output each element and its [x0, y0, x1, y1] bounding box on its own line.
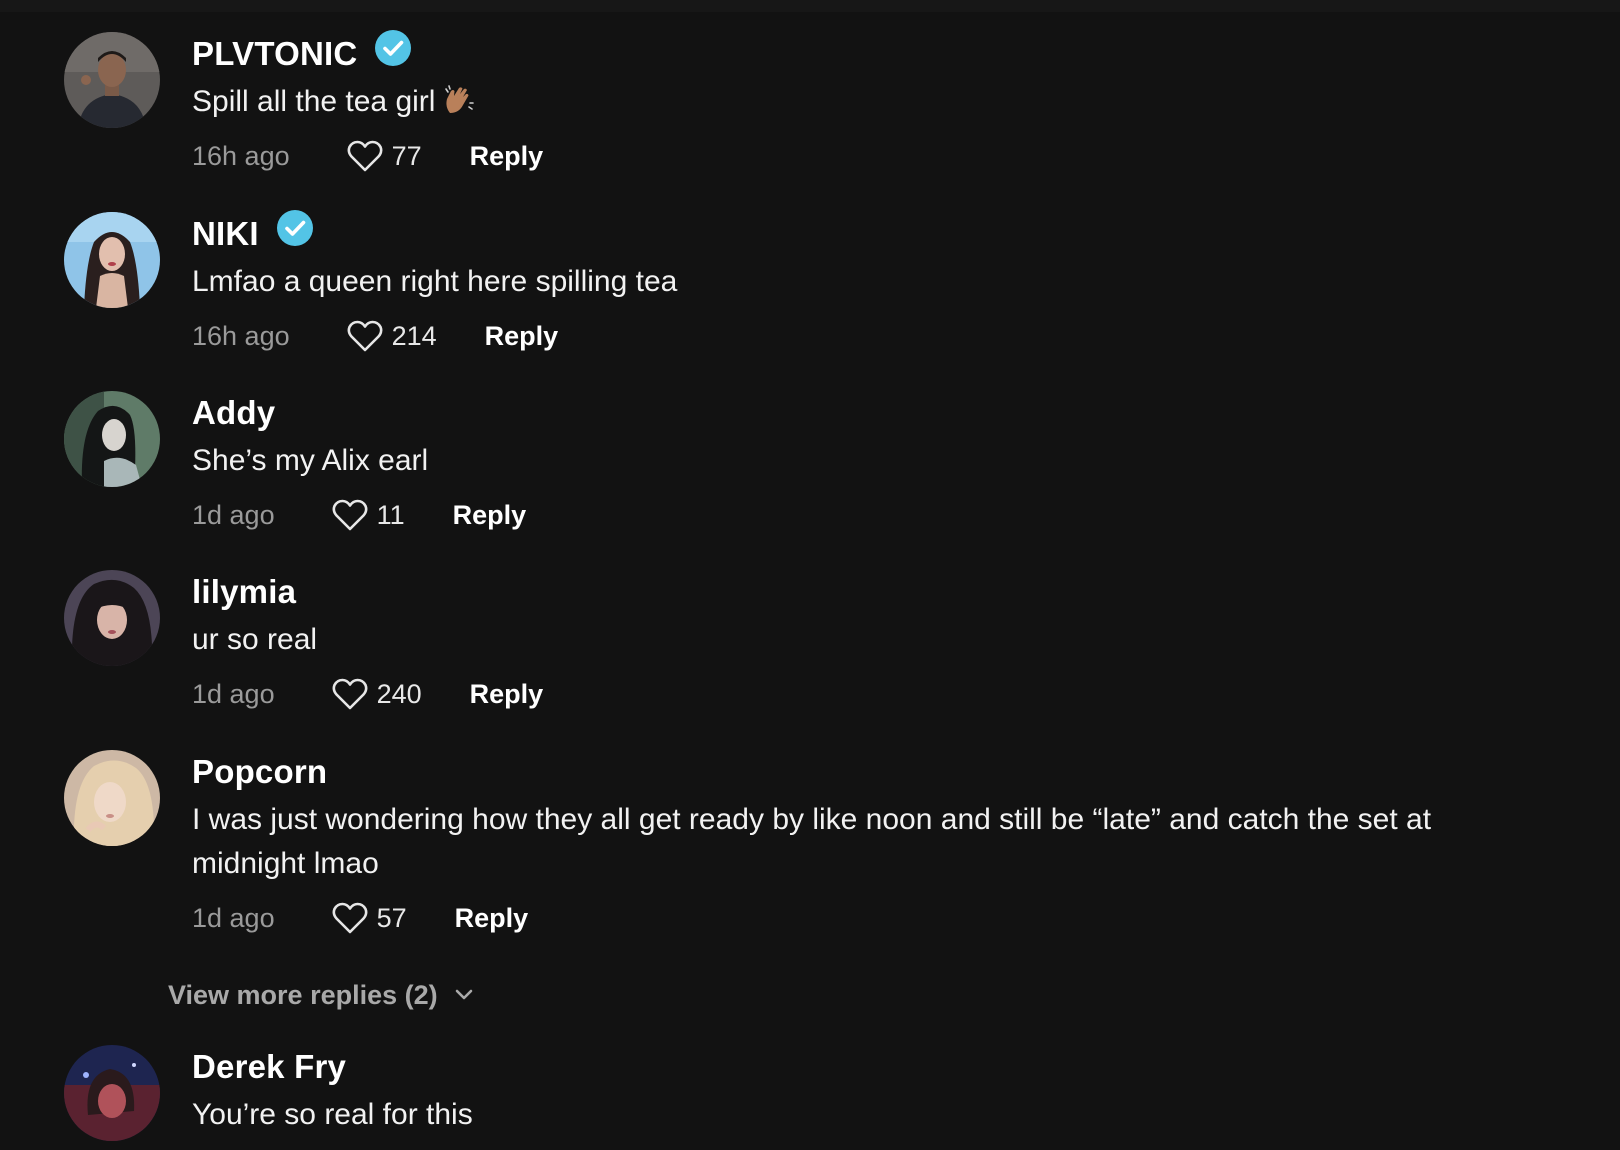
avatar[interactable]: [64, 391, 160, 487]
top-strip: [0, 0, 1620, 12]
reply-button[interactable]: Reply: [485, 321, 559, 352]
comment-timestamp: 1d ago: [192, 678, 275, 709]
like-count: 11: [376, 499, 405, 530]
like-count: 240: [376, 678, 422, 709]
reply-button[interactable]: Reply: [455, 903, 529, 934]
avatar[interactable]: [64, 32, 160, 128]
like-button[interactable]: 77: [346, 139, 422, 173]
username[interactable]: Popcorn: [192, 753, 327, 791]
avatar[interactable]: [64, 570, 160, 666]
heart-icon: [347, 140, 383, 172]
avatar[interactable]: [64, 212, 160, 308]
chevron-down-icon: [455, 989, 472, 1000]
avatar-image: [64, 1045, 160, 1141]
reply-button[interactable]: Reply: [470, 679, 544, 710]
like-button[interactable]: 214: [346, 319, 437, 353]
username[interactable]: NIKI: [192, 215, 259, 253]
comment-text: Spill all the tea girl: [192, 85, 436, 118]
comment-text: Lmfao a queen right here spilling tea: [192, 265, 678, 298]
comment-timestamp: 1d ago: [192, 902, 275, 933]
reply-button[interactable]: Reply: [470, 141, 544, 172]
username[interactable]: Derek Fry: [192, 1048, 346, 1086]
clapping-hands-emoji-icon: [441, 83, 475, 117]
avatar-image: [64, 570, 160, 666]
verified-badge-icon: [375, 30, 412, 66]
like-count: 57: [376, 902, 407, 933]
username[interactable]: PLVTONIC: [192, 35, 357, 73]
comment-timestamp: 1d ago: [192, 499, 275, 530]
comment-text: I was just wondering how they all get re…: [192, 803, 1432, 880]
heart-icon: [347, 320, 383, 352]
view-more-replies-label: View more replies (2): [168, 979, 438, 1010]
avatar-image: [64, 32, 160, 128]
comment-text: You’re so real for this: [192, 1098, 473, 1131]
heart-icon: [332, 902, 368, 934]
comment-text: She’s my Alix earl: [192, 444, 429, 477]
avatar[interactable]: [64, 1045, 160, 1141]
avatar[interactable]: [64, 750, 160, 846]
heart-icon: [332, 499, 368, 531]
heart-icon: [332, 678, 368, 710]
username[interactable]: Addy: [192, 394, 275, 432]
reply-button[interactable]: Reply: [453, 500, 527, 531]
like-count: 77: [391, 140, 422, 171]
avatar-image: [64, 212, 160, 308]
username[interactable]: lilymia: [192, 573, 296, 611]
like-button[interactable]: 11: [331, 498, 405, 532]
like-button[interactable]: 240: [331, 677, 422, 711]
comment-timestamp: 16h ago: [192, 140, 290, 171]
comment-text: ur so real: [192, 623, 318, 656]
avatar-image: [64, 391, 160, 487]
view-more-replies-button[interactable]: View more replies (2): [168, 975, 476, 1015]
avatar-image: [64, 750, 160, 846]
like-count: 214: [391, 320, 437, 351]
comment-timestamp: 16h ago: [192, 320, 290, 351]
like-button[interactable]: 57: [331, 901, 407, 935]
verified-badge-icon: [276, 210, 313, 246]
